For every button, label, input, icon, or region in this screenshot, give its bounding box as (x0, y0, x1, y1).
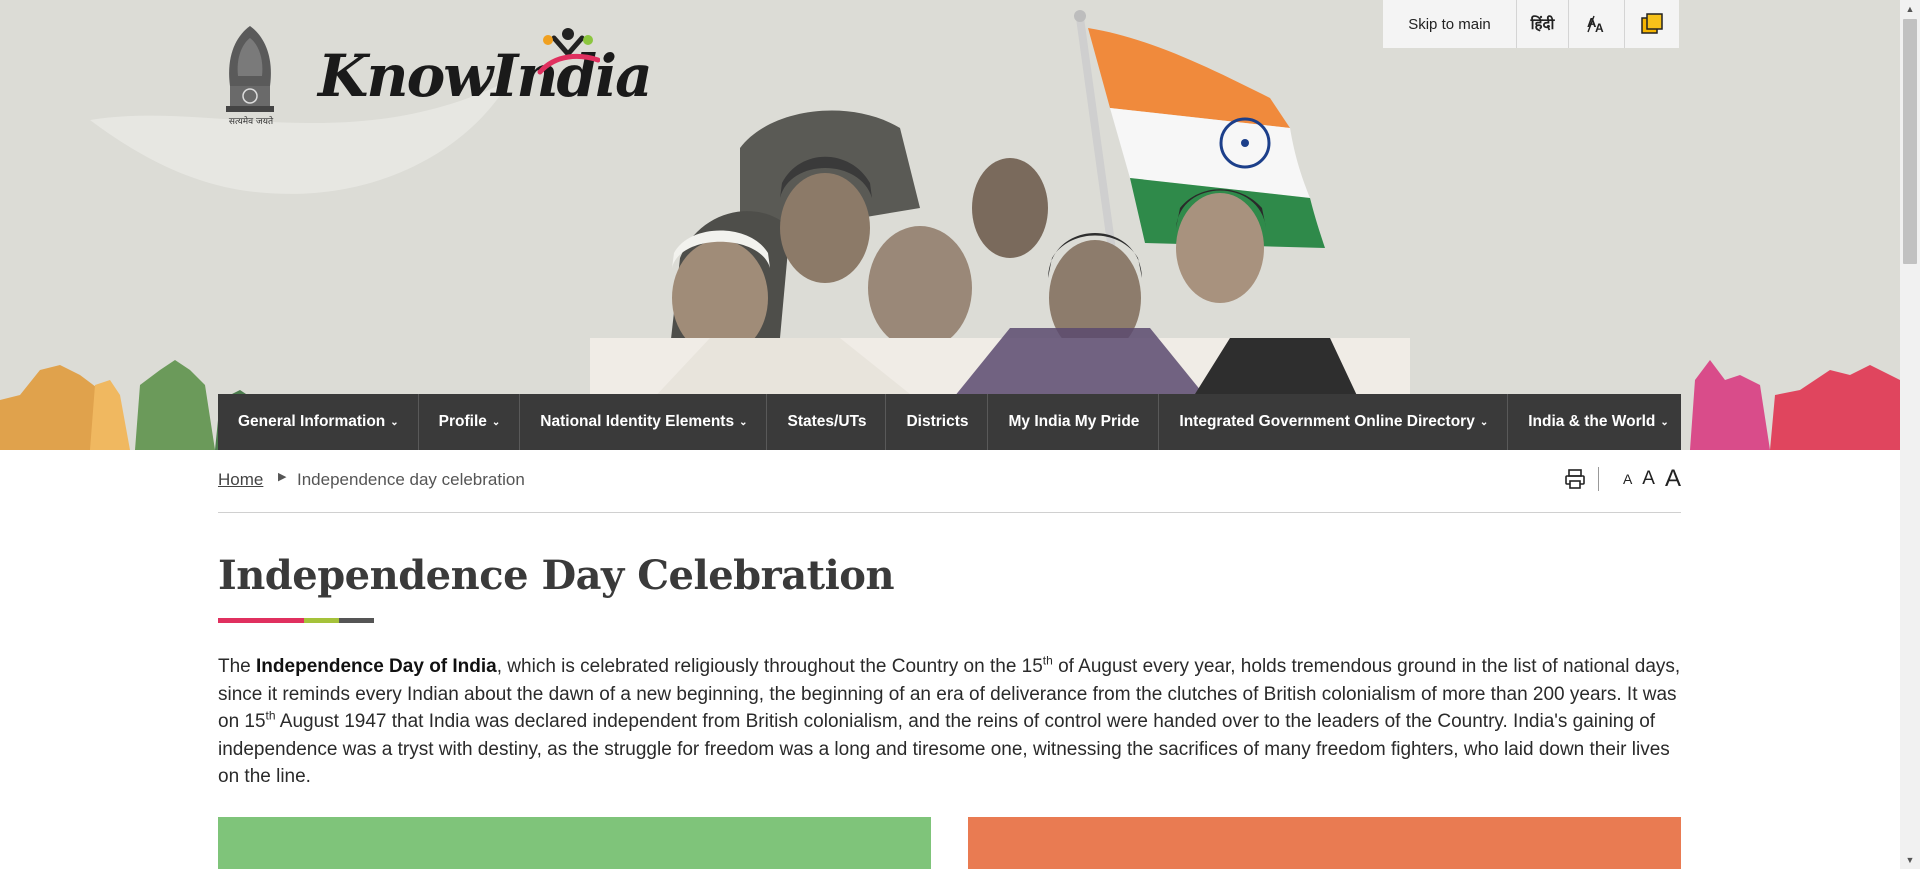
header-banner: सत्यमेव जयते KnowIndia (0, 0, 1900, 450)
intro-sup-2: th (265, 708, 276, 723)
nav-item-general-information[interactable]: General Information ⌄ (218, 394, 419, 450)
nav-item-national-identity-elements[interactable]: National Identity Elements ⌄ (520, 394, 768, 450)
print-icon[interactable] (1564, 468, 1586, 490)
nav-item-districts[interactable]: Districts (886, 394, 989, 450)
chevron-down-icon: ⌄ (739, 416, 748, 428)
content-card-orange[interactable] (968, 817, 1681, 869)
nav-label: India & the World (1528, 413, 1656, 430)
chevron-down-icon: ⌄ (1660, 416, 1669, 428)
breadcrumb-current: Independence day celebration (297, 470, 525, 489)
contrast-button[interactable] (1624, 0, 1679, 48)
national-emblem (226, 26, 274, 112)
nav-item-my-india-my-pride[interactable]: My India My Pride (988, 394, 1160, 450)
skip-to-main-link[interactable]: Skip to main (1383, 0, 1516, 48)
nav-label: Profile (438, 413, 487, 430)
caret-right-icon: ▶ (278, 471, 287, 483)
intro-text-4: August 1947 that India was declared inde… (218, 711, 1670, 787)
content-card-green[interactable] (218, 817, 931, 869)
page-title: Independence Day Celebration (218, 552, 895, 599)
chevron-down-icon: ⌄ (390, 416, 399, 428)
contrast-icon (1641, 13, 1663, 34)
nav-label: My India My Pride (1008, 413, 1140, 430)
scroll-up-arrow-icon[interactable]: ▲ (1900, 0, 1920, 18)
underline-segment-pink (218, 618, 304, 623)
font-size-large-button[interactable]: A (1665, 465, 1681, 493)
font-size-button[interactable]: A A (1568, 0, 1624, 48)
intro-text-2: , which is celebrated religiously throug… (496, 656, 1043, 677)
nav-item-india-and-the-world[interactable]: India & the World ⌄ (1508, 394, 1688, 450)
nav-label: Integrated Government Online Directory (1179, 413, 1475, 430)
utility-bar: Skip to main हिंदी A A (1383, 0, 1679, 48)
nav-label: General Information (238, 413, 386, 430)
svg-text:A: A (1595, 21, 1604, 34)
nav-label: Districts (906, 413, 969, 430)
nav-item-integrated-government-online-directory[interactable]: Integrated Government Online Directory ⌄ (1159, 394, 1509, 450)
freedom-fighters-illustration (590, 10, 1410, 402)
hindi-language-link[interactable]: हिंदी (1516, 0, 1568, 48)
title-underline (218, 618, 374, 623)
chevron-down-icon: ⌄ (491, 416, 501, 428)
nav-label: States/UTs (787, 413, 867, 430)
intro-bold-text: Independence Day of India (256, 656, 497, 677)
underline-segment-green (304, 618, 339, 623)
font-size-icon: A A (1587, 15, 1604, 34)
chevron-down-icon: ⌄ (1479, 416, 1489, 428)
nav-item-states-uts[interactable]: States/UTs (767, 394, 887, 450)
font-size-medium-button[interactable]: A (1642, 468, 1655, 490)
intro-sup-1: th (1042, 653, 1053, 668)
main-navigation: General Information ⌄ Profile ⌄ National… (218, 394, 1681, 450)
breadcrumb-home-link[interactable]: Home (218, 470, 263, 490)
breadcrumb: Home ▶ Independence day celebration A A … (218, 450, 1681, 513)
emblem-motto: सत्यमेव जयते (228, 117, 274, 127)
tools-divider (1597, 467, 1599, 491)
font-size-small-button[interactable]: A (1623, 471, 1632, 487)
intro-text-1: The (218, 656, 257, 677)
nav-label: National Identity Elements (540, 413, 735, 430)
scroll-down-arrow-icon[interactable]: ▼ (1900, 851, 1920, 869)
nav-item-profile[interactable]: Profile ⌄ (419, 394, 521, 450)
page-tools: A A A (1564, 464, 1681, 494)
underline-segment-gray (339, 618, 374, 623)
scrollbar-thumb[interactable] (1903, 19, 1917, 264)
page-scrollbar[interactable]: ▲ ▼ (1900, 0, 1920, 869)
intro-paragraph: The Independence Day of India, which is … (218, 653, 1683, 791)
